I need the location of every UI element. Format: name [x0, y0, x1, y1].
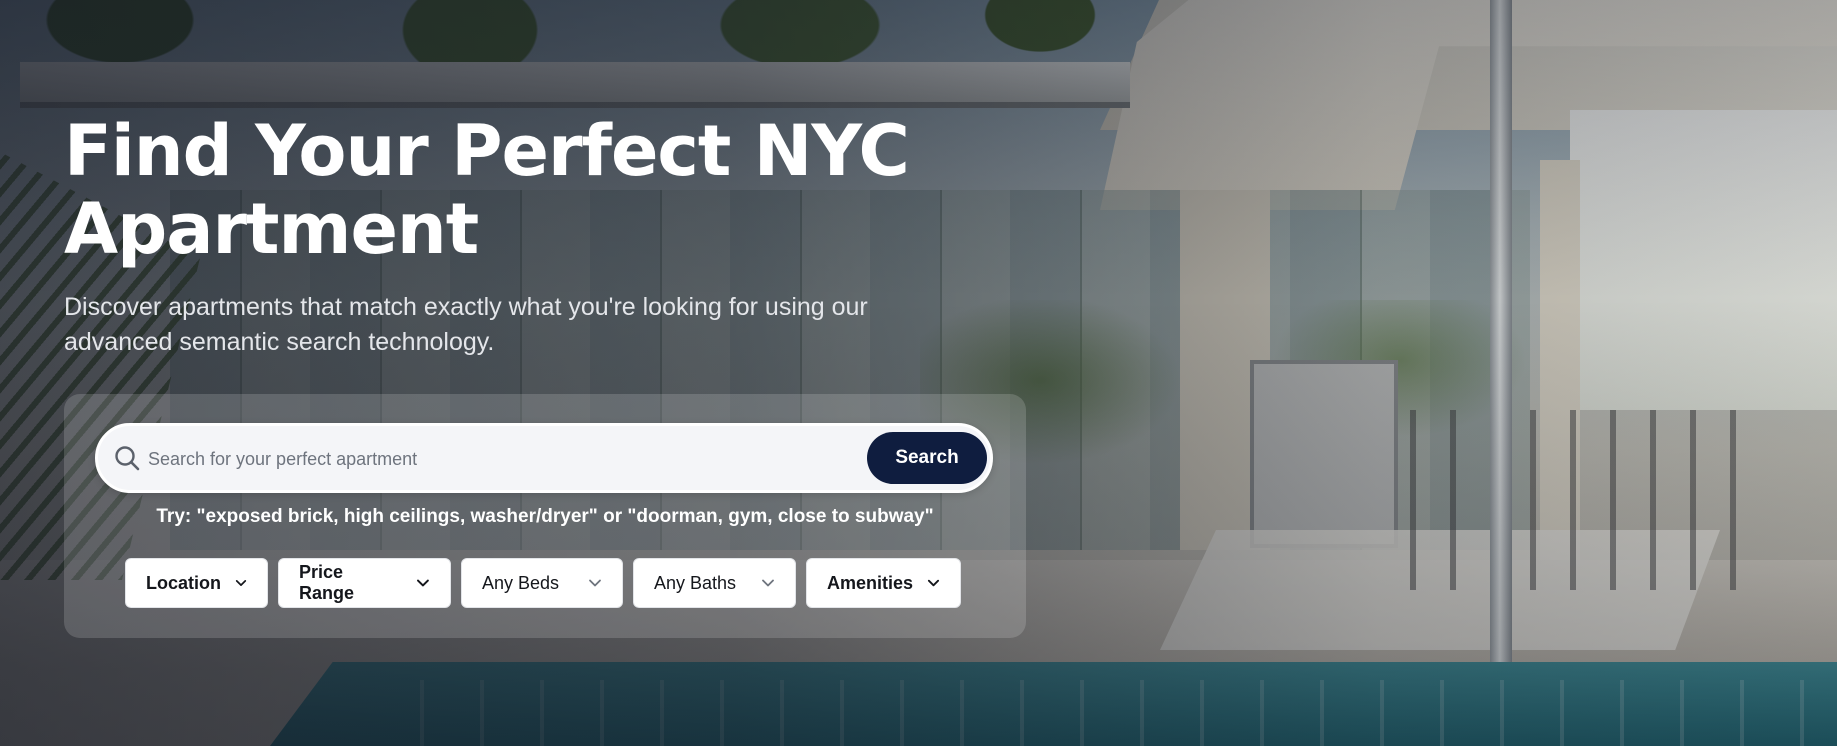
page-title: Find Your Perfect NYC Apartment: [64, 112, 1024, 268]
chevron-down-icon: [589, 579, 601, 587]
page-subtitle: Discover apartments that match exactly w…: [64, 293, 868, 356]
chevron-down-icon: [762, 579, 774, 587]
page-title-line-1: Find Your Perfect NYC: [64, 110, 910, 192]
filter-label: Price Range: [299, 562, 355, 603]
filter-label: Amenities: [827, 572, 914, 593]
baths-filter-select[interactable]: Any Baths: [633, 558, 796, 608]
search-hint: Try: "exposed brick, high ceilings, wash…: [156, 506, 934, 527]
filter-bar: Location Price Range Any Beds Any Baths …: [125, 558, 961, 608]
filter-label: Any Baths: [654, 572, 737, 593]
search-panel: Search Try: "exposed brick, high ceiling…: [64, 394, 1026, 638]
chevron-down-icon: [235, 580, 247, 586]
amenities-filter-dropdown[interactable]: Amenities: [806, 558, 961, 608]
search-bar: Search: [95, 423, 993, 493]
hero-section: Find Your Perfect NYC Apartment Discover…: [64, 112, 1024, 360]
price-range-filter-dropdown[interactable]: Price Range: [278, 558, 451, 608]
page-title-line-2: Apartment: [64, 188, 479, 270]
filter-label: Location: [146, 572, 221, 593]
chevron-down-icon: [927, 579, 940, 587]
filter-label: Any Beds: [482, 572, 560, 593]
search-button[interactable]: Search: [867, 432, 987, 484]
chevron-down-icon: [417, 579, 430, 587]
search-icon: [114, 445, 140, 471]
beds-filter-select[interactable]: Any Beds: [461, 558, 623, 608]
location-filter-dropdown[interactable]: Location: [125, 558, 268, 608]
search-input[interactable]: [146, 436, 840, 482]
